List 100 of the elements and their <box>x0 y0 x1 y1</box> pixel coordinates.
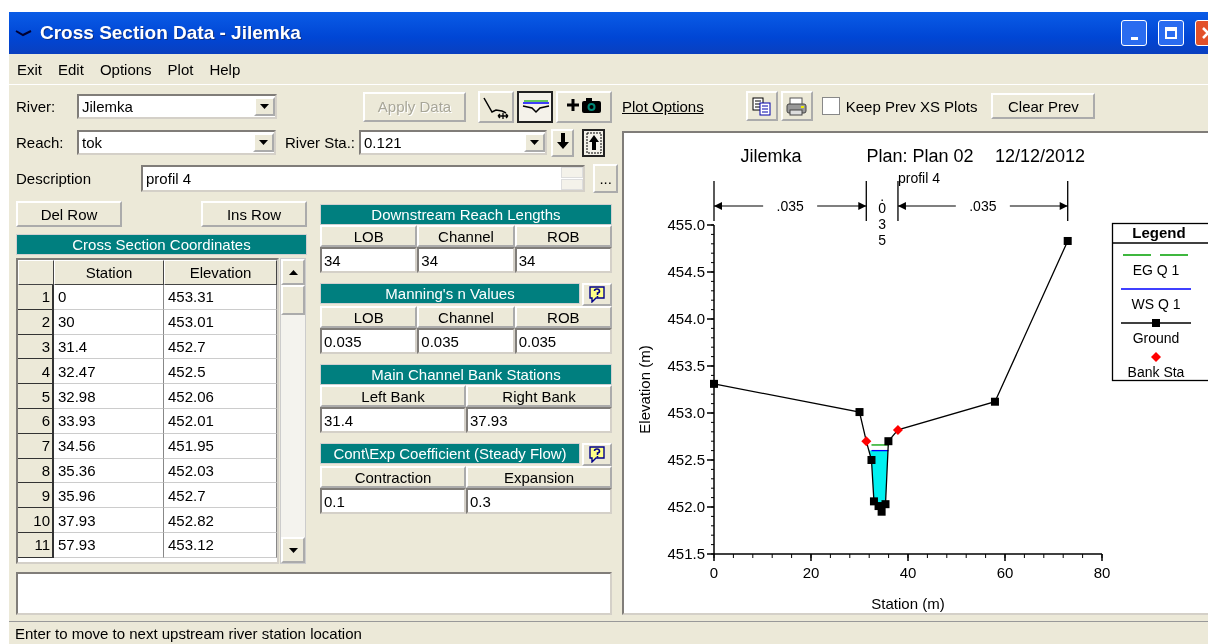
navigation-button[interactable] <box>582 128 606 157</box>
table-cell[interactable]: 0 <box>54 285 164 310</box>
column-header: Expansion <box>466 466 612 488</box>
input-field[interactable]: 0.035 <box>417 328 515 354</box>
row-number: 1 <box>18 285 54 310</box>
group-title: Manning's n Values <box>320 283 580 304</box>
input-field[interactable]: 31.4 <box>320 407 466 433</box>
field-label: Description <box>16 170 92 187</box>
help-button[interactable] <box>582 283 612 306</box>
table-cell[interactable]: 31.4 <box>54 334 164 360</box>
row-number: 9 <box>18 483 54 509</box>
row-number: 8 <box>18 458 54 484</box>
toolbar-button[interactable] <box>517 90 553 123</box>
row-number: 5 <box>18 384 54 409</box>
column-header: Right Bank <box>466 385 612 407</box>
row-number: 3 <box>18 334 54 360</box>
scrollbar[interactable] <box>280 258 306 564</box>
table-cell[interactable]: 37.93 <box>54 508 164 533</box>
tick-label: 80 <box>1093 564 1111 581</box>
tick-label: 20 <box>802 564 820 581</box>
input-field[interactable]: 37.93 <box>466 407 612 433</box>
copy-icon <box>752 96 772 116</box>
table-cell[interactable]: 32.98 <box>54 384 164 409</box>
chart-title: Plan: Plan 02 <box>866 146 974 166</box>
table-cell[interactable]: 34.56 <box>54 433 164 459</box>
clear-button[interactable]: Clear Prev <box>991 93 1096 119</box>
field-label: River Sta.: <box>285 134 356 151</box>
description-field[interactable]: profil 4 <box>141 165 586 192</box>
axis-title: Station (m) <box>871 595 945 612</box>
row-button[interactable]: Ins Row <box>201 201 307 227</box>
dropdown-field[interactable]: 0.121 <box>359 130 548 155</box>
chart-title: 12/12/2012 <box>994 146 1086 166</box>
checkbox-label: Keep Prev XS Plots <box>845 97 978 115</box>
column-header: Left Bank <box>320 385 466 407</box>
row-number: 4 <box>18 359 54 385</box>
dropdown-field[interactable]: Jilemka <box>77 94 277 119</box>
tick-label: 454.0 <box>667 310 705 327</box>
notes-field[interactable] <box>16 572 612 615</box>
dropdown-button[interactable] <box>524 133 546 152</box>
input-field[interactable]: 0.035 <box>320 328 418 354</box>
dropdown-button[interactable] <box>253 133 274 152</box>
n-value-label: .035 <box>878 188 886 248</box>
printer-icon <box>786 96 808 116</box>
input-field[interactable]: 0.035 <box>514 328 612 354</box>
help-button[interactable] <box>582 443 612 466</box>
input-field[interactable]: 34 <box>417 247 515 273</box>
input-field[interactable]: 0.3 <box>466 488 612 514</box>
input-field[interactable]: 0.1 <box>320 488 466 514</box>
legend-line <box>1120 319 1192 327</box>
table-cell[interactable]: 452.7 <box>164 483 277 509</box>
legend-marker <box>1151 352 1161 362</box>
point-marker <box>1063 237 1072 245</box>
table-cell[interactable]: 33.93 <box>54 409 164 434</box>
menu-item[interactable]: Help <box>209 60 241 78</box>
maximize-button[interactable] <box>1158 20 1184 46</box>
table-cell[interactable]: 30 <box>54 309 164 335</box>
scroll-thumb[interactable] <box>281 285 305 315</box>
column-header: Channel <box>417 306 515 328</box>
chart-subtitle: profil 4 <box>898 170 940 186</box>
legend-line <box>1120 288 1192 290</box>
plot-options-link[interactable]: Plot Options <box>622 97 704 115</box>
menu-item[interactable]: Exit <box>17 60 42 78</box>
dropdown-button[interactable] <box>254 97 275 116</box>
table-cell[interactable]: 452.06 <box>164 384 277 409</box>
table-cell[interactable]: 451.95 <box>164 433 277 459</box>
table-cell[interactable]: 453.12 <box>164 532 277 558</box>
field-label: River: <box>16 98 57 115</box>
field-label: Reach: <box>16 134 65 151</box>
checkbox[interactable] <box>821 97 840 115</box>
menu-item[interactable]: Plot <box>167 60 194 78</box>
tick-label: 453.5 <box>667 357 705 374</box>
tick-label: 0 <box>709 564 719 581</box>
table-cell[interactable]: 32.47 <box>54 359 164 385</box>
table-title: Cross Section Coordinates <box>16 234 307 255</box>
table-cell[interactable]: 452.82 <box>164 508 277 533</box>
tick-label: 60 <box>996 564 1014 581</box>
up-arrow-icon <box>287 268 299 276</box>
table-cell[interactable]: 452.01 <box>164 409 277 434</box>
table-cell[interactable]: 453.31 <box>164 285 277 310</box>
table-cell[interactable]: 453.01 <box>164 309 277 335</box>
table-cell[interactable]: 452.03 <box>164 458 277 484</box>
table-cell[interactable]: 452.7 <box>164 334 277 360</box>
row-button[interactable]: Del Row <box>16 201 122 227</box>
table-cell[interactable]: 35.96 <box>54 483 164 509</box>
help-icon <box>588 446 606 463</box>
water-level-line <box>870 449 890 452</box>
row-number: 11 <box>18 532 54 558</box>
menu-item[interactable]: Options <box>99 60 152 78</box>
dropdown-field[interactable]: tok <box>77 130 276 155</box>
table-cell[interactable]: 452.5 <box>164 359 277 385</box>
table-cell[interactable]: 35.36 <box>54 458 164 484</box>
copy-button[interactable] <box>745 91 778 121</box>
input-field[interactable]: 34 <box>320 247 418 273</box>
print-button[interactable] <box>780 91 813 121</box>
menu-item[interactable]: Edit <box>58 60 84 78</box>
table-cell[interactable]: 57.93 <box>54 532 164 558</box>
more-button[interactable]: ... <box>593 164 618 193</box>
minimize-button[interactable] <box>1121 20 1147 46</box>
minimize-icon <box>1130 36 1138 40</box>
input-field[interactable]: 34 <box>514 247 612 273</box>
